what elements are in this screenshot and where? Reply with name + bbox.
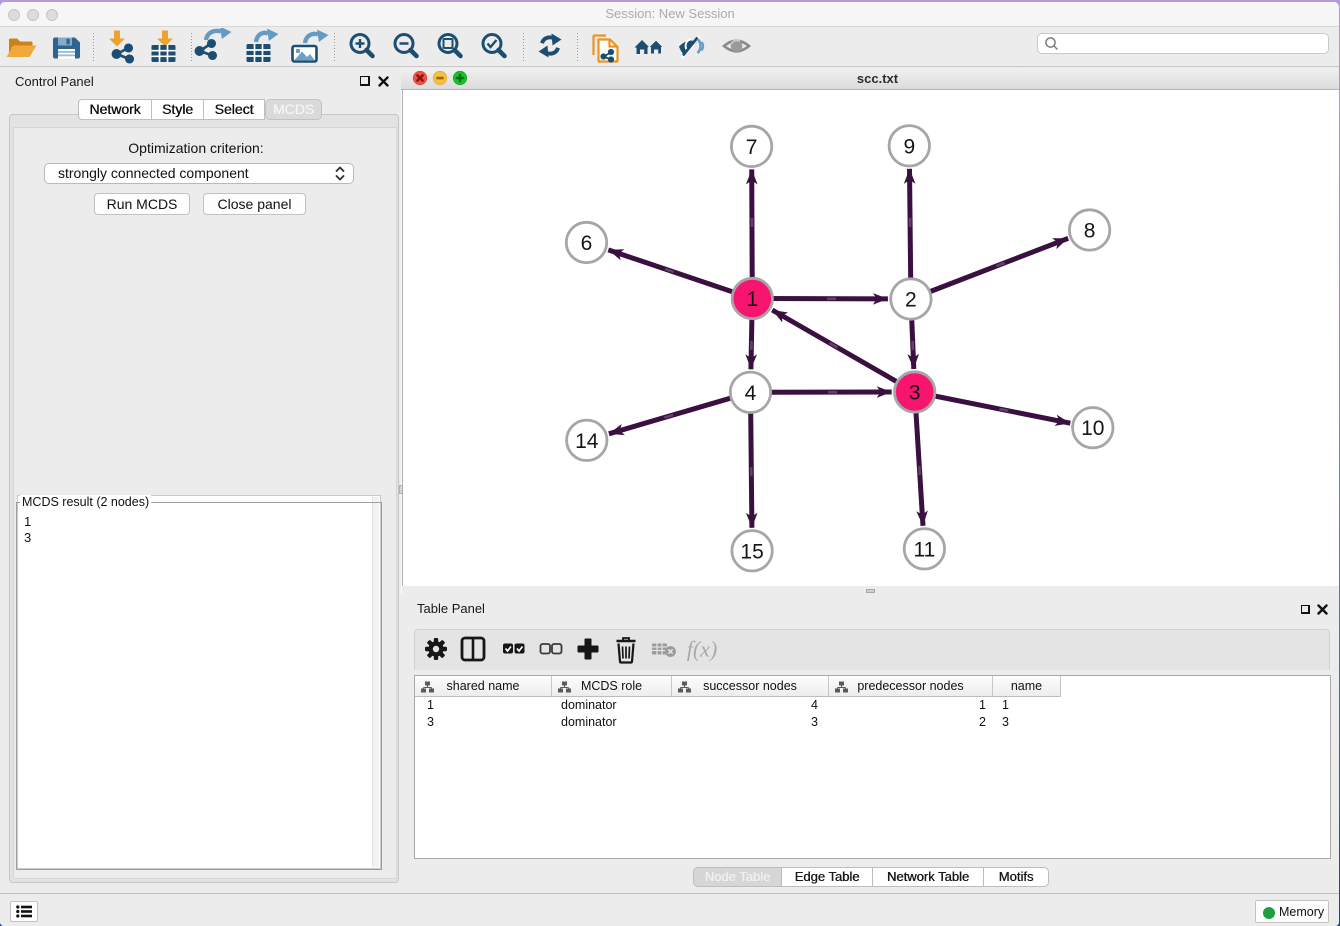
svg-text:15: 15 <box>740 540 763 563</box>
svg-text:4: 4 <box>745 381 757 404</box>
svg-text:11: 11 <box>913 538 935 561</box>
svg-text:1: 1 <box>746 288 758 311</box>
svg-text:3: 3 <box>909 381 921 404</box>
svg-text:9: 9 <box>903 135 915 158</box>
svg-text:10: 10 <box>1081 417 1104 440</box>
svg-text:2: 2 <box>905 288 917 311</box>
svg-text:7: 7 <box>746 135 758 158</box>
svg-text:f(x): f(x) <box>687 637 718 662</box>
svg-text:6: 6 <box>581 232 593 255</box>
svg-text:14: 14 <box>575 429 599 452</box>
svg-text:8: 8 <box>1084 219 1096 242</box>
